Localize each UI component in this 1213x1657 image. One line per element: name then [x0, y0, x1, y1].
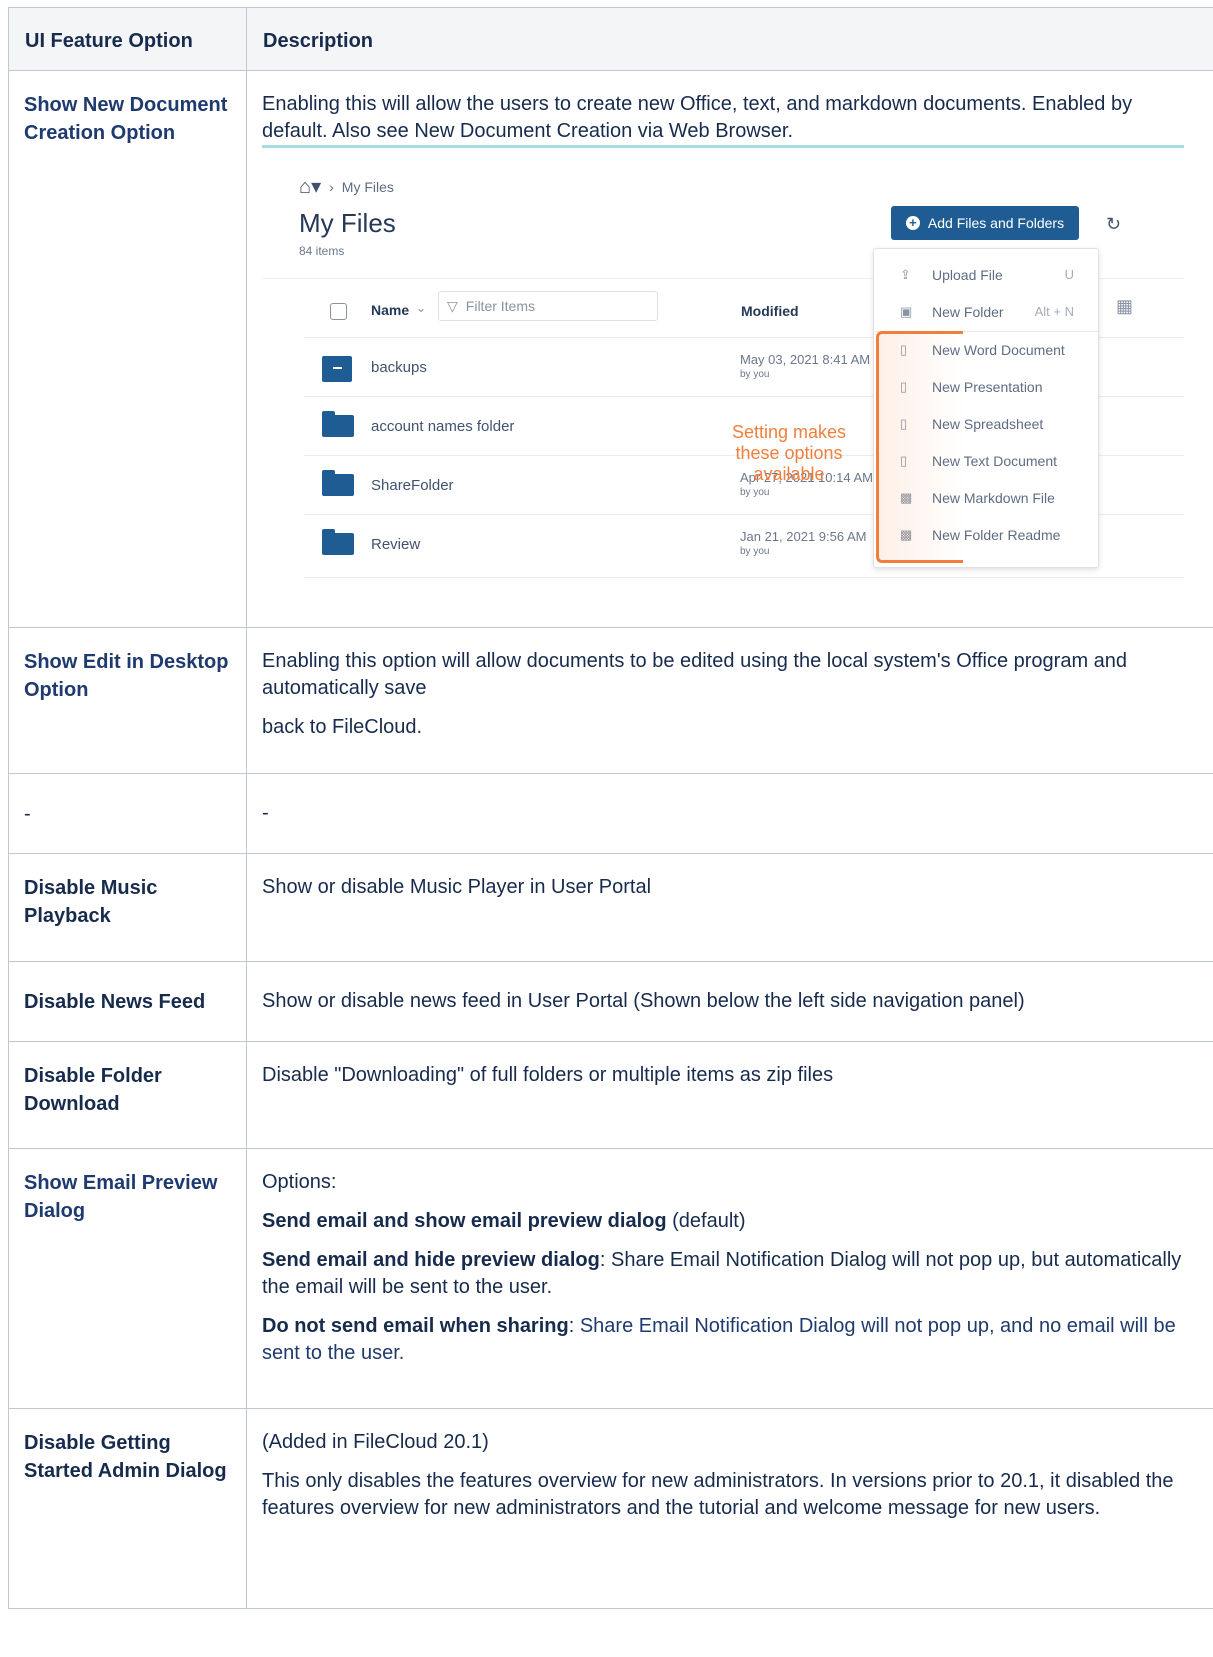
option-1: Send email and show email preview dialog… [262, 1210, 746, 1232]
feature-label-folder-download: Disable Folder Download [24, 1065, 162, 1115]
item-count: 84 items [299, 244, 345, 258]
feature-description: - [262, 802, 269, 824]
table-row: - - [8, 773, 1213, 854]
file-name[interactable]: ShareFolder [371, 477, 454, 494]
select-all-checkbox[interactable] [330, 303, 347, 320]
folder-icon [322, 411, 354, 437]
option-2: Send email and hide preview dialog: Shar… [262, 1249, 1182, 1298]
feature-description: Enabling this will allow the users to cr… [262, 93, 1133, 142]
page-title: My Files [299, 208, 396, 238]
embedded-screenshot: ⌂▾ › My Files My Files 84 items + Add Fi… [262, 145, 1184, 603]
description-line: Enabling this option will allow document… [262, 650, 1128, 699]
description-line: (Added in FileCloud 20.1) [262, 1431, 489, 1453]
breadcrumb-my-files[interactable]: My Files [342, 179, 394, 195]
archive-box-icon [322, 356, 352, 382]
home-icon[interactable]: ⌂▾ [299, 174, 321, 199]
options-heading: Options: [262, 1171, 337, 1193]
filter-input[interactable]: ▽ Filter Items [438, 291, 658, 321]
feature-description: (Added in FileCloud 20.1) This only disa… [247, 1409, 1213, 1522]
upload-icon: ⇪ [900, 267, 911, 282]
feature-label-empty: - [24, 803, 31, 825]
feature-label-getting-started: Disable Getting Started Admin Dialog [24, 1432, 227, 1482]
folder-icon [322, 529, 354, 555]
table-row: Disable Music Playback Show or disable M… [8, 853, 1213, 962]
menu-item-upload-file[interactable]: ⇪ Upload File U [874, 257, 1098, 294]
add-files-and-folders-button[interactable]: + Add Files and Folders [891, 206, 1079, 240]
filter-icon: ▽ [447, 297, 458, 314]
refresh-icon[interactable]: ↻ [1106, 214, 1121, 235]
table-header-row: UI Feature Option Description [8, 7, 1213, 71]
table-row: Show Email Preview Dialog Options: Send … [8, 1148, 1213, 1409]
grid-view-icon[interactable]: ▦ [1116, 296, 1133, 317]
breadcrumb: ⌂▾ › My Files [299, 174, 394, 199]
header-ui-feature-option: UI Feature Option [8, 7, 247, 71]
header-description: Description [246, 7, 1213, 71]
folder-icon [322, 470, 354, 496]
file-modified-by: by you [740, 546, 770, 557]
file-modified-by: by you [740, 369, 770, 380]
file-name[interactable]: account names folder [371, 418, 514, 435]
description-line: This only disables the features overview… [262, 1470, 1174, 1519]
description-line: back to FileCloud. [262, 716, 423, 738]
name-column-header[interactable]: Name [371, 302, 409, 318]
filter-placeholder: Filter Items [465, 298, 536, 314]
table-row: Disable News Feed Show or disable news f… [8, 961, 1213, 1042]
menu-item-new-folder[interactable]: ▣ New Folder Alt + N [874, 294, 1098, 331]
add-button-label: Add Files and Folders [927, 215, 1065, 231]
feature-description: Show or disable Music Player in User Por… [262, 876, 652, 898]
feature-description: Options: Send email and show email previ… [247, 1149, 1213, 1367]
file-name[interactable]: Review [371, 536, 420, 553]
file-modified-by: by you [740, 487, 770, 498]
table-row: Show New Document Creation Option Enabli… [8, 70, 1213, 628]
annotation-callout: Setting makes these options available [731, 422, 847, 484]
feature-label-music-playback: Disable Music Playback [24, 877, 158, 927]
feature-description: Enabling this option will allow document… [247, 628, 1213, 741]
table-row: Disable Getting Started Admin Dialog (Ad… [8, 1408, 1213, 1609]
feature-options-table: UI Feature Option Description Show New D… [8, 7, 1213, 1609]
file-name[interactable]: backups [371, 359, 427, 376]
divider [304, 577, 1184, 578]
highlight-bracket [876, 331, 963, 563]
plus-circle-icon: + [905, 216, 920, 230]
option-3: Do not send email when sharing: Share Em… [262, 1315, 1176, 1364]
table-row: Disable Folder Download Disable "Downloa… [8, 1041, 1213, 1149]
table-row: Show Edit in Desktop Option Enabling thi… [8, 627, 1213, 774]
feature-description: Disable "Downloading" of full folders or… [262, 1064, 834, 1086]
feature-description: Show or disable news feed in User Portal… [262, 990, 1025, 1012]
sort-chevron-icon[interactable]: ⌄ [416, 301, 426, 315]
feature-label-edit-in-desktop[interactable]: Show Edit in Desktop Option [9, 628, 246, 704]
feature-label-news-feed: Disable News Feed [24, 991, 206, 1013]
chevron-right-icon: › [329, 178, 334, 195]
modified-column-header[interactable]: Modified [741, 303, 799, 319]
feature-label-new-document[interactable]: Show New Document Creation Option [9, 71, 246, 147]
feature-label-email-preview[interactable]: Show Email Preview Dialog [9, 1149, 246, 1225]
file-modified-date: May 03, 2021 8:41 AM [740, 352, 871, 367]
new-folder-icon: ▣ [900, 304, 913, 319]
file-modified-date: Jan 21, 2021 9:56 AM [740, 529, 867, 544]
